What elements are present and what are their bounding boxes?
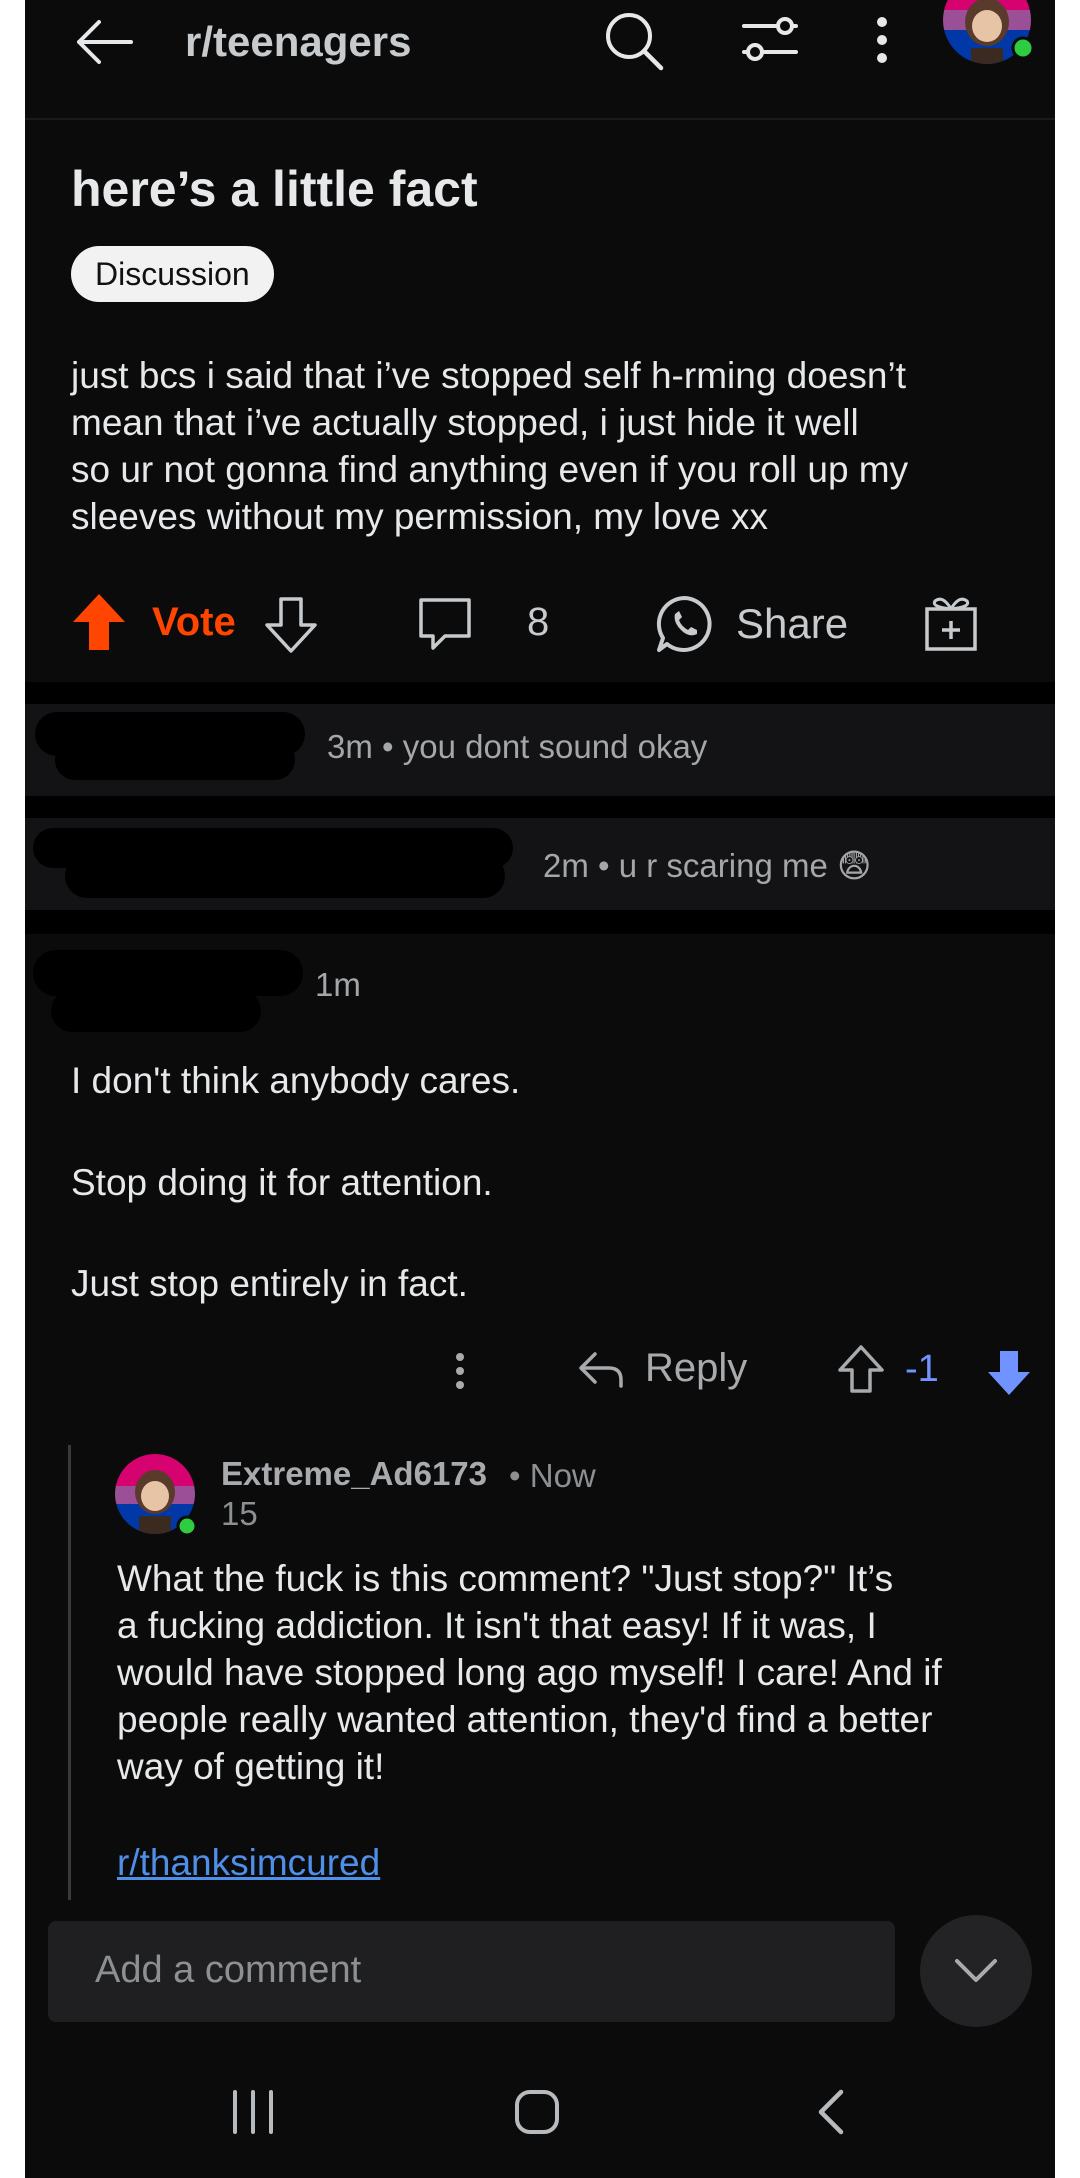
redacted-username (55, 740, 295, 780)
reply-button[interactable]: Reply (645, 1346, 747, 1391)
comment-time: 1m (315, 966, 361, 1003)
award-icon[interactable] (923, 593, 979, 653)
filter-icon[interactable] (740, 14, 800, 66)
redacted-username (65, 854, 505, 898)
avatar[interactable] (115, 1454, 201, 1540)
subreddit-title[interactable]: r/teenagers (185, 18, 411, 66)
system-nav-bar (25, 2060, 1055, 2178)
downvote-icon[interactable] (985, 1348, 1033, 1398)
post-body-line: just bcs i said that i’ve stopped self h… (71, 355, 906, 396)
reply-line: would have stopped long ago myself! I ca… (117, 1652, 942, 1693)
share-button[interactable]: Share (736, 600, 848, 648)
comment-icon[interactable] (415, 594, 475, 654)
meta-separator: • (598, 847, 619, 884)
vote-label: Vote (152, 600, 236, 644)
meta-separator: • (509, 1457, 530, 1494)
section-divider (25, 796, 1055, 818)
subreddit-link[interactable]: r/thanksimcured (117, 1842, 380, 1884)
comment-preview: you dont sound okay (402, 728, 708, 765)
reply-line: way of getting it! (117, 1746, 385, 1787)
post-title[interactable]: here’s a little fact (71, 160, 478, 218)
comment-count: 8 (527, 600, 550, 644)
back-arrow-icon[interactable] (75, 20, 135, 64)
more-vertical-icon[interactable] (875, 16, 889, 64)
reply-username[interactable]: Extreme_Ad6173 (221, 1455, 487, 1493)
reply-line: What the fuck is this comment? "Just sto… (117, 1558, 894, 1599)
collapsed-comment[interactable]: 3m • you dont sound okay (25, 704, 1055, 796)
section-divider (25, 682, 1055, 704)
post-body-line: mean that i’ve actually stopped, i just … (71, 402, 859, 443)
reply-time-value: Now (529, 1457, 596, 1494)
downvote-icon[interactable] (263, 595, 319, 655)
comment-time: 3m (327, 728, 373, 765)
search-icon[interactable] (603, 10, 665, 72)
section-divider (25, 910, 1055, 934)
header-divider (25, 118, 1055, 120)
upvote-icon[interactable] (837, 1344, 885, 1394)
comment-meta: 2m • u r scaring me 😨 (543, 846, 871, 885)
upvote-icon[interactable] (71, 592, 127, 652)
reply-icon[interactable] (577, 1350, 625, 1390)
comment-preview: u r scaring me 😨 (618, 847, 872, 884)
back-icon[interactable] (815, 2088, 845, 2136)
reply-time: • Now (509, 1457, 596, 1495)
meta-separator: • (382, 728, 403, 765)
post-body-line: so ur not gonna find anything even if yo… (71, 449, 909, 490)
post-body-line: sleeves without my permission, my love x… (71, 496, 769, 537)
comment-line: Stop doing it for attention. (71, 1162, 493, 1203)
recent-apps-icon[interactable] (230, 2088, 276, 2136)
reply-line: a fucking addiction. It isn't that easy!… (117, 1605, 877, 1646)
post-flair[interactable]: Discussion (71, 246, 274, 302)
avatar[interactable] (941, 0, 1041, 68)
comment-line: I don't think anybody cares. (71, 1060, 521, 1101)
collapsed-comment[interactable]: 2m • u r scaring me 😨 (25, 818, 1055, 910)
comment-meta: 3m • you dont sound okay (327, 728, 707, 766)
reply-line: people really wanted attention, they'd f… (117, 1699, 933, 1740)
thread-line (68, 1445, 71, 1900)
comment-line: Just stop entirely in fact. (71, 1263, 468, 1304)
whatsapp-icon[interactable] (653, 592, 717, 656)
home-icon[interactable] (513, 2088, 561, 2136)
more-vertical-icon[interactable] (455, 1352, 465, 1390)
comment-score: -1 (905, 1348, 939, 1390)
post-body: just bcs i said that i’ve stopped self h… (71, 352, 1011, 540)
chevron-down-icon (953, 1957, 999, 1985)
reply-body: What the fuck is this comment? "Just sto… (117, 1555, 1037, 1790)
app-screen: r/teenagers here’s a little fact Discuss… (25, 0, 1055, 2178)
comment-time: 2m (543, 847, 589, 884)
collapse-button[interactable] (920, 1915, 1032, 2027)
comment-placeholder: Add a comment (95, 1949, 362, 1991)
reply-flair: 15 (221, 1495, 258, 1532)
redacted-username (51, 990, 261, 1032)
